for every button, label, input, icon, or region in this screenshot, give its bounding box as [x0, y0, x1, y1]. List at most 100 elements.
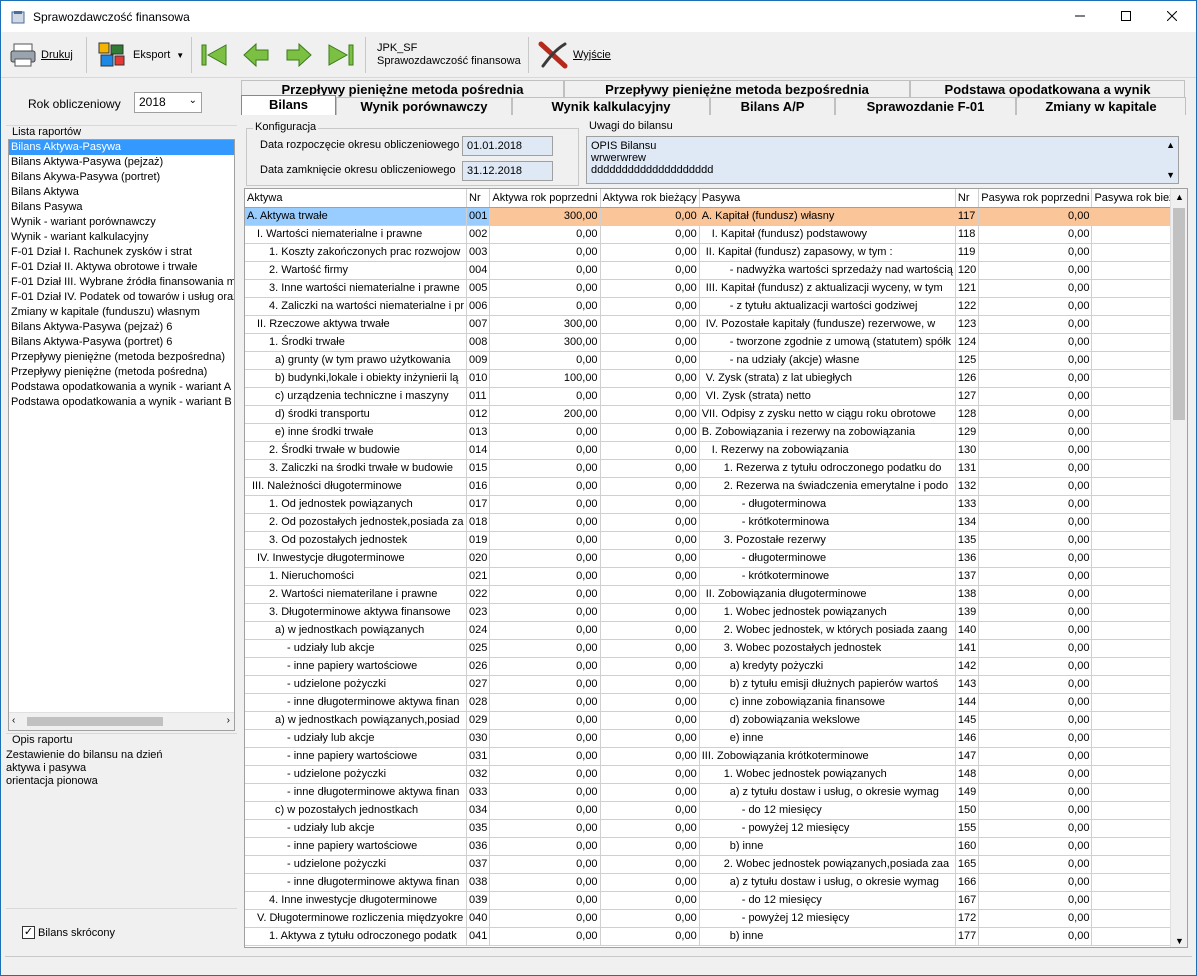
table-cell[interactable]: - do 12 miesięcy — [699, 801, 956, 820]
table-row[interactable]: A. Aktywa trwałe 001 300,00 0,00 A. Kapitał … — [245, 207, 1187, 226]
table-row[interactable]: - udzielone pożyczki 032 0,00 0,00 1. Wobec … — [245, 765, 1187, 784]
table-cell[interactable]: 0,00 — [978, 711, 1093, 730]
table-cell[interactable]: - z tytułu aktualizacji wartości godziwe… — [699, 297, 956, 316]
table-cell[interactable]: 2. Od pozostałych jednostek,posiada za — [245, 513, 468, 532]
table-cell[interactable]: 035 — [466, 819, 491, 838]
table-cell[interactable]: 0,00 — [978, 351, 1093, 370]
table-row[interactable]: a) w jednostkach powiązanych 024 0,00 0,00 2… — [245, 621, 1187, 640]
table-row[interactable]: V. Długoterminowe rozliczenia międzyokre… — [245, 909, 1187, 928]
table-cell[interactable]: 0,00 — [600, 243, 700, 262]
table-cell[interactable]: c) inne zobowiązania finansowe — [699, 693, 956, 712]
print-button[interactable]: Drukuj — [9, 38, 73, 72]
table-cell[interactable]: 0,00 — [600, 675, 700, 694]
table-row[interactable]: e) inne środki trwałe 013 0,00 0,00 B. Zobow… — [245, 423, 1187, 442]
table-cell[interactable]: 0,00 — [600, 927, 700, 946]
table-row[interactable]: I. Wartości niematerialne i prawne 002 0,0… — [245, 225, 1187, 244]
table-cell[interactable]: 0,00 — [489, 279, 601, 298]
table-cell[interactable]: 021 — [466, 567, 491, 586]
start-date-field[interactable]: 01.01.2018 — [462, 136, 553, 156]
table-cell[interactable]: 004 — [466, 261, 491, 280]
table-cell[interactable]: 140 — [955, 621, 980, 640]
table-cell[interactable]: 031 — [466, 747, 491, 766]
table-cell[interactable]: 100,00 — [489, 369, 601, 388]
table-cell[interactable]: 0,00 — [489, 549, 601, 568]
table-cell[interactable]: c) w pozostałych jednostkach — [245, 801, 468, 820]
table-row[interactable]: c) urządzenia techniczne i maszyny 011 0,0… — [245, 387, 1187, 406]
table-cell[interactable]: II. Rzeczowe aktywa trwałe — [245, 315, 468, 334]
table-cell[interactable]: 034 — [466, 801, 491, 820]
table-cell[interactable]: 041 — [466, 927, 491, 946]
table-cell[interactable]: 0,00 — [600, 729, 700, 748]
table-cell[interactable]: 0,00 — [489, 603, 601, 622]
table-cell[interactable]: 143 — [955, 675, 980, 694]
scroll-down-icon[interactable]: ▼ — [1175, 936, 1184, 946]
table-cell[interactable]: 0,00 — [489, 513, 601, 532]
table-cell[interactable]: 006 — [466, 297, 491, 316]
table-cell[interactable]: 0,00 — [600, 909, 700, 928]
table-cell[interactable]: 0,00 — [489, 261, 601, 280]
table-cell[interactable]: 0,00 — [978, 621, 1093, 640]
exit-button[interactable]: Wyjście — [537, 38, 611, 72]
table-cell[interactable]: - powyżej 12 miesięcy — [699, 909, 956, 928]
table-cell[interactable]: 0,00 — [600, 405, 700, 424]
table-cell[interactable]: V. Zysk (strata) z lat ubiegłych — [699, 369, 956, 388]
table-cell[interactable]: 0,00 — [978, 747, 1093, 766]
tab-wynik-kalkulacyjny[interactable]: Wynik kalkulacyjny — [512, 97, 710, 115]
table-row[interactable]: d) środki transportu 012 200,00 0,00 VII. Od… — [245, 405, 1187, 424]
table-cell[interactable]: 126 — [955, 369, 980, 388]
table-cell[interactable]: III. Kapitał (fundusz) z aktualizacji wy… — [699, 279, 956, 298]
table-row[interactable]: - inne papiery wartościowe 031 0,00 0,00 III… — [245, 747, 1187, 766]
table-cell[interactable]: 023 — [466, 603, 491, 622]
table-cell[interactable]: 0,00 — [489, 441, 601, 460]
table-cell[interactable]: 0,00 — [489, 927, 601, 946]
table-cell[interactable]: 0,00 — [978, 783, 1093, 802]
table-cell[interactable]: 0,00 — [600, 801, 700, 820]
table-cell[interactable]: 1. Rezerwa z tytułu odroczonego podatku … — [699, 459, 956, 478]
table-cell[interactable]: - inne papiery wartościowe — [245, 657, 468, 676]
table-cell[interactable]: 037 — [466, 855, 491, 874]
table-cell[interactable]: 125 — [955, 351, 980, 370]
table-cell[interactable]: 0,00 — [978, 333, 1093, 352]
table-row[interactable]: - inne długoterminowe aktywa finan 038 0,0… — [245, 873, 1187, 892]
table-cell[interactable]: 0,00 — [978, 495, 1093, 514]
table-cell[interactable]: 033 — [466, 783, 491, 802]
column-header[interactable]: Aktywa — [245, 189, 468, 208]
table-cell[interactable]: 2. Wartość firmy — [245, 261, 468, 280]
table-cell[interactable]: e) inne — [699, 729, 956, 748]
table-cell[interactable]: 0,00 — [600, 315, 700, 334]
table-cell[interactable]: 024 — [466, 621, 491, 640]
table-cell[interactable]: IV. Pozostałe kapitały (fundusze) rezerw… — [699, 315, 956, 334]
table-cell[interactable]: 146 — [955, 729, 980, 748]
table-cell[interactable]: 144 — [955, 693, 980, 712]
table-cell[interactable]: 0,00 — [978, 207, 1093, 226]
table-cell[interactable]: V. Długoterminowe rozliczenia międzyokre — [245, 909, 468, 928]
table-cell[interactable]: 0,00 — [600, 603, 700, 622]
table-row[interactable]: II. Rzeczowe aktywa trwałe 007 300,00 0,00 I… — [245, 315, 1187, 334]
table-row[interactable]: - udziały lub akcje 035 0,00 0,00- powyżej … — [245, 819, 1187, 838]
table-cell[interactable]: 026 — [466, 657, 491, 676]
list-item[interactable]: Bilans Aktywa-Pasywa (pejzaż) 6 — [9, 320, 234, 335]
table-cell[interactable]: - udziały lub akcje — [245, 639, 468, 658]
table-cell[interactable]: 0,00 — [978, 603, 1093, 622]
table-cell[interactable]: 0,00 — [978, 891, 1093, 910]
list-item[interactable]: F-01 Dział III. Wybrane źródła finansowa… — [9, 275, 234, 290]
report-list[interactable]: Bilans Aktywa-Pasywa Bilans Aktywa-Pasywa… — [8, 139, 235, 731]
table-cell[interactable]: b) budynki,lokale i obiekty inżynierii l… — [245, 369, 468, 388]
table-cell[interactable]: 0,00 — [978, 261, 1093, 280]
table-cell[interactable]: 139 — [955, 603, 980, 622]
table-cell[interactable]: 1. Aktywa z tytułu odroczonego podatk — [245, 927, 468, 946]
table-row[interactable]: 1. Środki trwałe 008 300,00 0,00- tworzone … — [245, 333, 1187, 352]
table-cell[interactable]: - udziały lub akcje — [245, 729, 468, 748]
list-item[interactable]: Bilans Aktywa-Pasywa (portret) 6 — [9, 335, 234, 350]
table-cell[interactable]: 0,00 — [600, 765, 700, 784]
table-cell[interactable]: 0,00 — [978, 513, 1093, 532]
table-cell[interactable]: 3. Wobec pozostałych jednostek — [699, 639, 956, 658]
column-header[interactable]: Aktywa rok bieżący — [600, 189, 700, 208]
table-cell[interactable]: 124 — [955, 333, 980, 352]
table-cell[interactable]: - tworzone zgodnie z umową (statutem) sp… — [699, 333, 956, 352]
table-cell[interactable]: 1. Koszty zakończonych prac rozwojow — [245, 243, 468, 262]
table-cell[interactable]: d) środki transportu — [245, 405, 468, 424]
table-row[interactable]: 1. Od jednostek powiązanych 017 0,00 0,00- … — [245, 495, 1187, 514]
table-cell[interactable]: 0,00 — [978, 693, 1093, 712]
table-cell[interactable]: 0,00 — [489, 243, 601, 262]
